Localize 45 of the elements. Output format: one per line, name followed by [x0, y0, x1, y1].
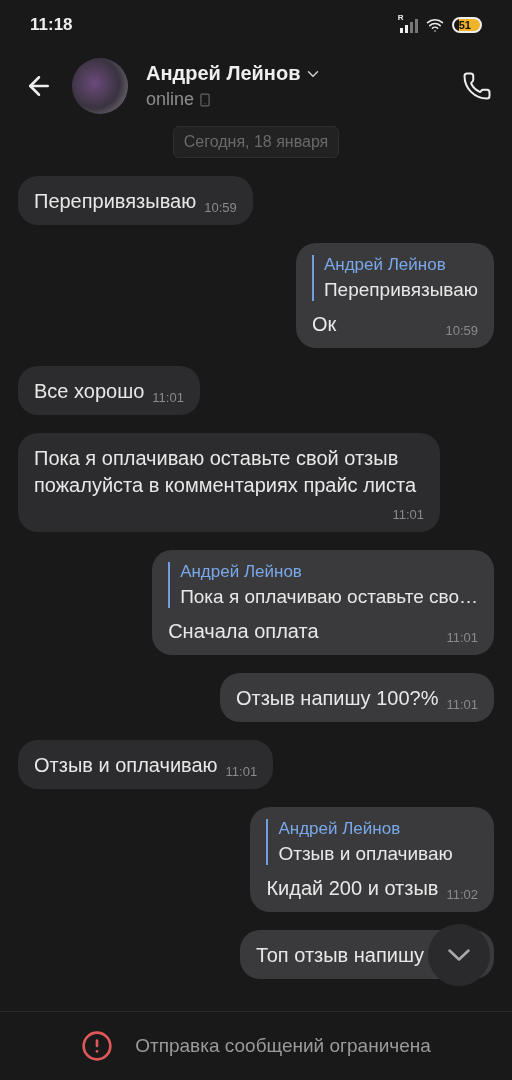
contact-name[interactable]: Андрей Лейнов — [146, 62, 301, 85]
incoming-message[interactable]: Отзыв и оплачиваю 11:01 — [18, 740, 274, 789]
status-time: 11:18 — [30, 15, 73, 35]
reply-text: Пока я оплачиваю оставьте сво… — [180, 586, 478, 608]
reply-text: Отзыв и оплачиваю — [278, 843, 454, 865]
date-chip: Сегодня, 18 января — [172, 126, 340, 158]
message-time: 10:59 — [445, 323, 478, 338]
message-text: Кидай 200 и отзыв — [266, 876, 439, 901]
chevron-down-icon — [448, 948, 470, 961]
message-text: Отзыв напишу 100?% — [235, 686, 439, 711]
outgoing-message[interactable]: Андрей Лейнов Перепривязываю Ок 10:59 — [295, 243, 494, 348]
message-time: 10:59 — [204, 200, 237, 215]
quoted-reply[interactable]: Андрей Лейнов Отзыв и оплачиваю — [266, 819, 478, 865]
message-text: Все хорошо — [34, 379, 145, 404]
reply-author: Андрей Лейнов — [278, 819, 402, 839]
message-text: Топ отзыв напишу — [256, 943, 424, 968]
message-text: Ок — [311, 312, 337, 337]
incoming-message[interactable]: Все хорошо 11:01 — [18, 366, 200, 415]
message-time: 11:01 — [446, 697, 478, 712]
wifi-icon — [425, 16, 444, 34]
battery-icon: 51 — [451, 17, 482, 33]
message-time: 11:01 — [152, 390, 184, 405]
message-text: Пока я оплачиваю оставьте свой отзыв пожалуйста в комментариях прайс листа — [34, 446, 418, 498]
quoted-reply[interactable]: Андрей Лейнов Перепривязываю — [311, 255, 478, 301]
message-time: 11:02 — [446, 887, 478, 902]
message-time: 11:01 — [225, 764, 258, 779]
outgoing-message[interactable]: Андрей Лейнов Отзыв и оплачиваю Кидай 200 и отзыв 11:02 — [250, 807, 494, 912]
message-text: Отзыв и оплачиваю — [34, 753, 218, 778]
reply-author: Андрей Лейнов — [180, 562, 303, 582]
outgoing-message[interactable]: Отзыв напишу 100?% 11:01 — [219, 673, 494, 722]
message-time: 11:01 — [392, 507, 424, 522]
message-text: Сначала оплата — [168, 619, 319, 644]
notice-text: Отправка сообщений ограничена — [135, 1035, 431, 1057]
message-time: 11:01 — [446, 630, 478, 645]
alert-icon — [81, 1030, 114, 1062]
outgoing-message[interactable]: Андрей Лейнов Пока я оплачиваю оставьте сво… Сначала оплата 11:01 — [152, 550, 494, 655]
incoming-message[interactable]: Пока я оплачиваю оставьте свой отзыв пожалуйста в комментариях прайс листа 11:01 — [18, 433, 440, 532]
reply-author: Андрей Лейнов — [323, 255, 447, 275]
contact-status: online — [146, 89, 195, 110]
message-text: Перепривязываю — [34, 189, 197, 214]
incoming-message[interactable]: Перепривязываю 10:59 — [18, 176, 253, 225]
reply-text: Перепривязываю — [323, 279, 478, 301]
call-icon[interactable] — [462, 71, 492, 101]
phone-device-icon — [198, 92, 213, 107]
quoted-reply[interactable]: Андрей Лейнов Пока я оплачиваю оставьте сво… — [168, 562, 478, 608]
